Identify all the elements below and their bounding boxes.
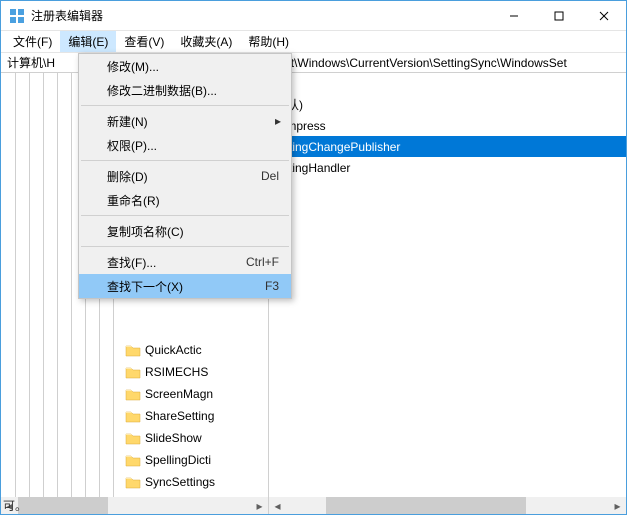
tree-item-label: SpellingDicti — [145, 453, 211, 467]
folder-icon — [125, 365, 141, 379]
list-hscroll[interactable]: ◂ ▸ — [269, 497, 626, 514]
address-left: 计算机\H — [7, 54, 55, 71]
minimize-button[interactable] — [491, 1, 536, 30]
menu-dropdown-item[interactable]: 查找下一个(X)F3 — [79, 274, 291, 298]
menu-item-shortcut: Del — [261, 169, 279, 183]
menu-dropdown-item[interactable]: 修改(M)... — [79, 54, 291, 78]
window: 注册表编辑器 文件(F)编辑(E)查看(V)收藏夹(A)帮助(H) 计算机\H … — [0, 0, 627, 515]
tree-item[interactable]: SpellingDicti — [125, 449, 215, 471]
menu-dropdown-item[interactable]: 查找(F)...Ctrl+F — [79, 250, 291, 274]
tree-item[interactable]: SlideShow — [125, 427, 215, 449]
list-row[interactable]: (默认) — [269, 94, 626, 115]
tree-item[interactable]: SyncSettings — [125, 471, 215, 493]
status-text: 可。 — [3, 497, 27, 514]
tree-item-label: SyncSettings — [145, 475, 215, 489]
scroll-track[interactable] — [286, 497, 609, 514]
menu-item-shortcut: F3 — [265, 279, 279, 293]
address-right: osoft\Windows\CurrentVersion\SettingSync… — [268, 56, 567, 70]
list-row[interactable]: SettingChangePublisher — [269, 136, 626, 157]
tree-item-label: ShareSetting — [145, 409, 214, 423]
tree-item[interactable]: QuickActic — [125, 339, 215, 361]
list-row[interactable]: Compress — [269, 115, 626, 136]
menu-item[interactable]: 编辑(E) — [60, 31, 116, 52]
tree-item-label: SlideShow — [145, 431, 202, 445]
menu-item-label: 删除(D) — [107, 168, 261, 185]
folder-icon — [125, 409, 141, 423]
menu-dropdown-item[interactable]: 权限(P)... — [79, 133, 291, 157]
menu-dropdown-item[interactable]: 删除(D)Del — [79, 164, 291, 188]
tree-item-label: RSIMECHS — [145, 365, 208, 379]
scroll-right-button[interactable]: ▸ — [251, 497, 268, 514]
maximize-button[interactable] — [536, 1, 581, 30]
menu-dropdown-item[interactable]: 重命名(R) — [79, 188, 291, 212]
list-body[interactable]: 尔(默认)CompressSettingChangePublisherSetti… — [269, 73, 626, 497]
menu-item[interactable]: 查看(V) — [116, 31, 172, 52]
folder-icon — [125, 387, 141, 401]
menu-separator — [81, 246, 289, 247]
menu-item-shortcut: Ctrl+F — [246, 255, 279, 269]
list-row[interactable]: 尔 — [269, 73, 626, 94]
scroll-right-button[interactable]: ▸ — [609, 497, 626, 514]
menu-item-label: 查找下一个(X) — [107, 278, 265, 295]
menu-item-label: 查找(F)... — [107, 254, 246, 271]
app-icon — [9, 8, 25, 24]
menu-dropdown-item[interactable]: 新建(N)▸ — [79, 109, 291, 133]
list-row[interactable]: SettingHandler — [269, 157, 626, 178]
menu-item-label: 重命名(R) — [107, 192, 279, 209]
close-button[interactable] — [581, 1, 626, 30]
submenu-arrow-icon: ▸ — [275, 114, 281, 128]
menu-item-label: 修改二进制数据(B)... — [107, 82, 279, 99]
list-pane: 尔(默认)CompressSettingChangePublisherSetti… — [269, 73, 626, 514]
folder-icon — [125, 343, 141, 357]
menu-dropdown-item[interactable]: 修改二进制数据(B)... — [79, 78, 291, 102]
menu-item[interactable]: 文件(F) — [5, 31, 60, 52]
tree-item[interactable]: RSIMECHS — [125, 361, 215, 383]
folder-icon — [125, 475, 141, 489]
menu-separator — [81, 160, 289, 161]
menubar: 文件(F)编辑(E)查看(V)收藏夹(A)帮助(H) — [1, 31, 626, 53]
menu-item[interactable]: 收藏夹(A) — [172, 31, 240, 52]
tree-item[interactable]: ShareSetting — [125, 405, 215, 427]
scroll-thumb[interactable] — [18, 497, 108, 514]
tree-item-label: ScreenMagn — [145, 387, 213, 401]
edit-menu-dropdown: 修改(M)... 修改二进制数据(B)... 新建(N)▸ 权限(P)... 删除(D)… — [78, 53, 292, 299]
folder-icon — [125, 453, 141, 467]
menu-item-label: 修改(M)... — [107, 58, 279, 75]
tree-hscroll[interactable]: ◂ ▸ — [1, 497, 268, 514]
menu-item-label: 复制项名称(C) — [107, 223, 279, 240]
folder-icon — [125, 431, 141, 445]
menu-separator — [81, 215, 289, 216]
tree-item-label: QuickActic — [145, 343, 202, 357]
titlebar: 注册表编辑器 — [1, 1, 626, 31]
menu-item-label: 新建(N) — [107, 113, 279, 130]
menu-dropdown-item[interactable]: 复制项名称(C) — [79, 219, 291, 243]
menu-separator — [81, 105, 289, 106]
scroll-left-button[interactable]: ◂ — [269, 497, 286, 514]
menu-item[interactable]: 帮助(H) — [240, 31, 297, 52]
window-title: 注册表编辑器 — [31, 7, 491, 24]
scroll-track[interactable] — [18, 497, 251, 514]
menu-item-label: 权限(P)... — [107, 137, 279, 154]
tree-item[interactable]: ScreenMagn — [125, 383, 215, 405]
scroll-thumb[interactable] — [326, 497, 526, 514]
